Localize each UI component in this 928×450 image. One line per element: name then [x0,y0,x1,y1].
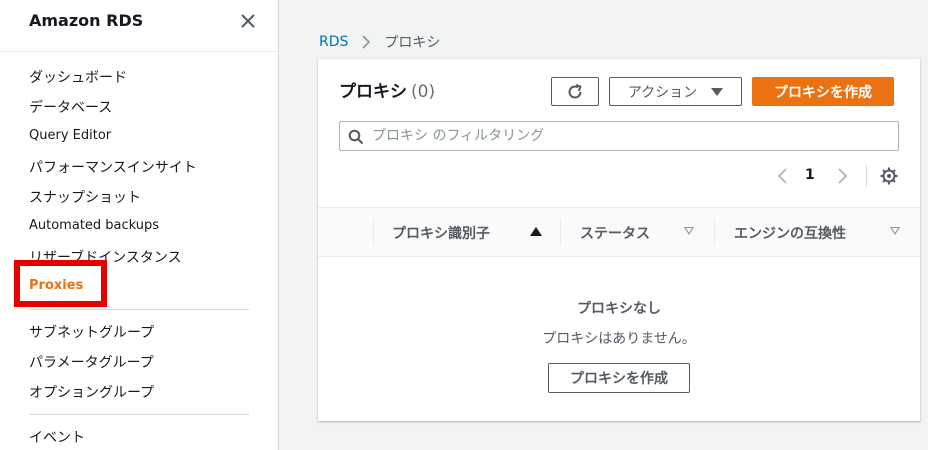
caret-down-icon [711,87,724,96]
proxies-panel: プロキシ(0) アクション プロキシを作成 1 プロキシ識別子 ステー [318,58,920,421]
gear-icon[interactable] [879,166,899,186]
sidebar-item-databases[interactable]: データベース [29,97,112,117]
refresh-button[interactable] [551,77,599,106]
filter-box [339,121,899,151]
panel-title: プロキシ (0) [339,77,435,102]
sidebar-item-events[interactable]: イベント [29,427,85,447]
sidebar-item-automated-backups[interactable]: Automated backups [29,218,159,233]
column-header-proxy-id[interactable]: プロキシ識別子 [392,223,490,243]
sidebar-item-performance-insights[interactable]: パフォーマンスインサイト [29,157,197,177]
pagination-divider [866,165,867,187]
breadcrumb: RDS プロキシ [319,32,440,52]
column-header-engine-compatibility[interactable]: エンジンの互換性 [734,223,846,243]
column-header-status[interactable]: ステータス [580,223,650,243]
highlight-box [14,260,107,307]
chevron-right-icon[interactable] [834,166,850,186]
sidebar-item-option-groups[interactable]: オプショングループ [29,382,154,402]
filter-input[interactable] [372,122,892,150]
sidebar-item-query-editor[interactable]: Query Editor [29,128,111,143]
sidebar-header: Amazon RDS [0,0,279,52]
breadcrumb-current: プロキシ [384,35,441,51]
page-number[interactable]: 1 [805,167,815,183]
create-proxy-empty-button[interactable]: プロキシを作成 [548,363,690,393]
sidebar-item-snapshots[interactable]: スナップショット [29,187,141,207]
breadcrumb-rds-link[interactable]: RDS [319,34,348,50]
actions-label: アクション [627,84,698,101]
table-header: プロキシ識別子 ステータス エンジンの互換性 [318,207,920,257]
empty-state-description: プロキシはありません。 [542,331,696,347]
sort-icon[interactable] [684,227,694,235]
sidebar: Amazon RDS ダッシュボード データベース Query Editor パ… [0,0,279,450]
close-icon[interactable] [238,11,258,31]
sort-icon[interactable] [890,227,900,235]
refresh-icon [568,83,582,98]
create-proxy-button[interactable]: プロキシを作成 [752,77,894,106]
proxy-count: (0) [411,82,436,102]
actions-dropdown[interactable]: アクション [609,77,742,106]
sidebar-title: Amazon RDS [29,11,144,30]
sort-ascending-icon[interactable] [530,227,542,236]
column-separator [714,220,715,244]
empty-state-title: プロキシなし [577,301,661,317]
search-icon [348,129,364,145]
column-separator [560,220,561,244]
sidebar-item-subnet-groups[interactable]: サブネットグループ [29,322,154,342]
sidebar-divider [29,309,249,310]
sidebar-divider [29,414,249,415]
sidebar-item-dashboard[interactable]: ダッシュボード [29,67,127,87]
panel-title-text: プロキシ [339,82,407,102]
column-separator [373,220,374,244]
chevron-left-icon[interactable] [775,166,791,186]
sidebar-item-parameter-groups[interactable]: パラメータグループ [29,352,154,372]
chevron-right-icon [362,35,371,49]
